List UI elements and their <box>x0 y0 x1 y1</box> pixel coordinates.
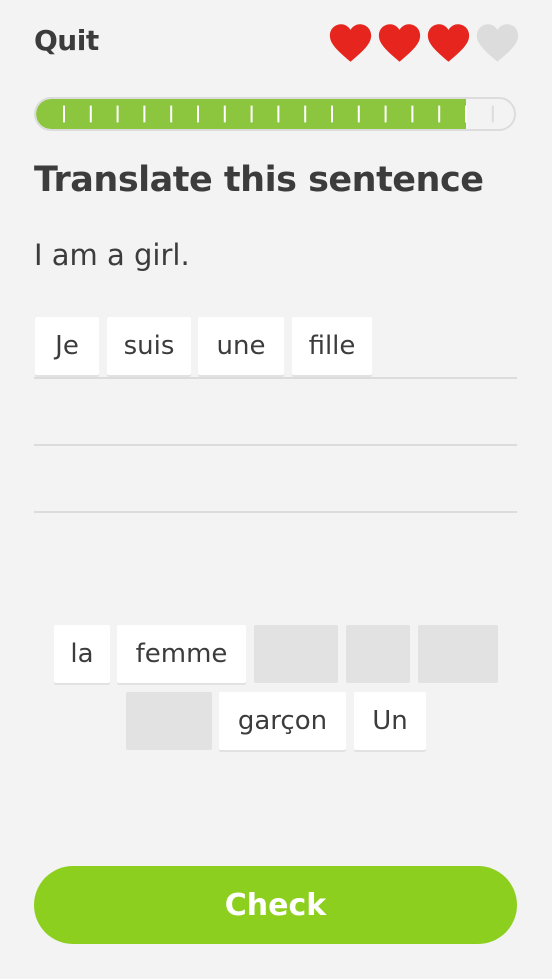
source-sentence: I am a girl. <box>34 238 190 272</box>
lives-indicator <box>328 22 520 64</box>
answer-tile[interactable]: Je <box>35 317 99 375</box>
heart-full-icon <box>378 24 421 62</box>
word-bank-tile[interactable]: la <box>54 625 110 683</box>
exercise-title: Translate this sentence <box>34 160 484 200</box>
heart-empty-icon <box>476 24 519 62</box>
answer-tile[interactable]: fille <box>292 317 372 375</box>
empty-word-slot <box>418 625 498 683</box>
lesson-progress-bar <box>34 97 516 131</box>
answer-line <box>34 444 517 446</box>
answer-tile[interactable]: suis <box>107 317 191 375</box>
answer-line <box>34 377 517 379</box>
heart-full-icon <box>427 24 470 62</box>
word-bank-tile[interactable]: garçon <box>219 692 346 750</box>
empty-word-slot <box>346 625 410 683</box>
quit-button[interactable]: Quit <box>34 24 99 57</box>
progress-ticks <box>63 105 494 123</box>
word-bank-tile[interactable]: femme <box>117 625 246 683</box>
answer-line <box>34 511 517 513</box>
answer-tile[interactable]: une <box>198 317 284 375</box>
word-bank-tile[interactable]: Un <box>354 692 426 750</box>
empty-word-slot <box>254 625 338 683</box>
heart-full-icon <box>329 24 372 62</box>
check-button[interactable]: Check <box>34 866 517 944</box>
empty-word-slot <box>126 692 212 750</box>
